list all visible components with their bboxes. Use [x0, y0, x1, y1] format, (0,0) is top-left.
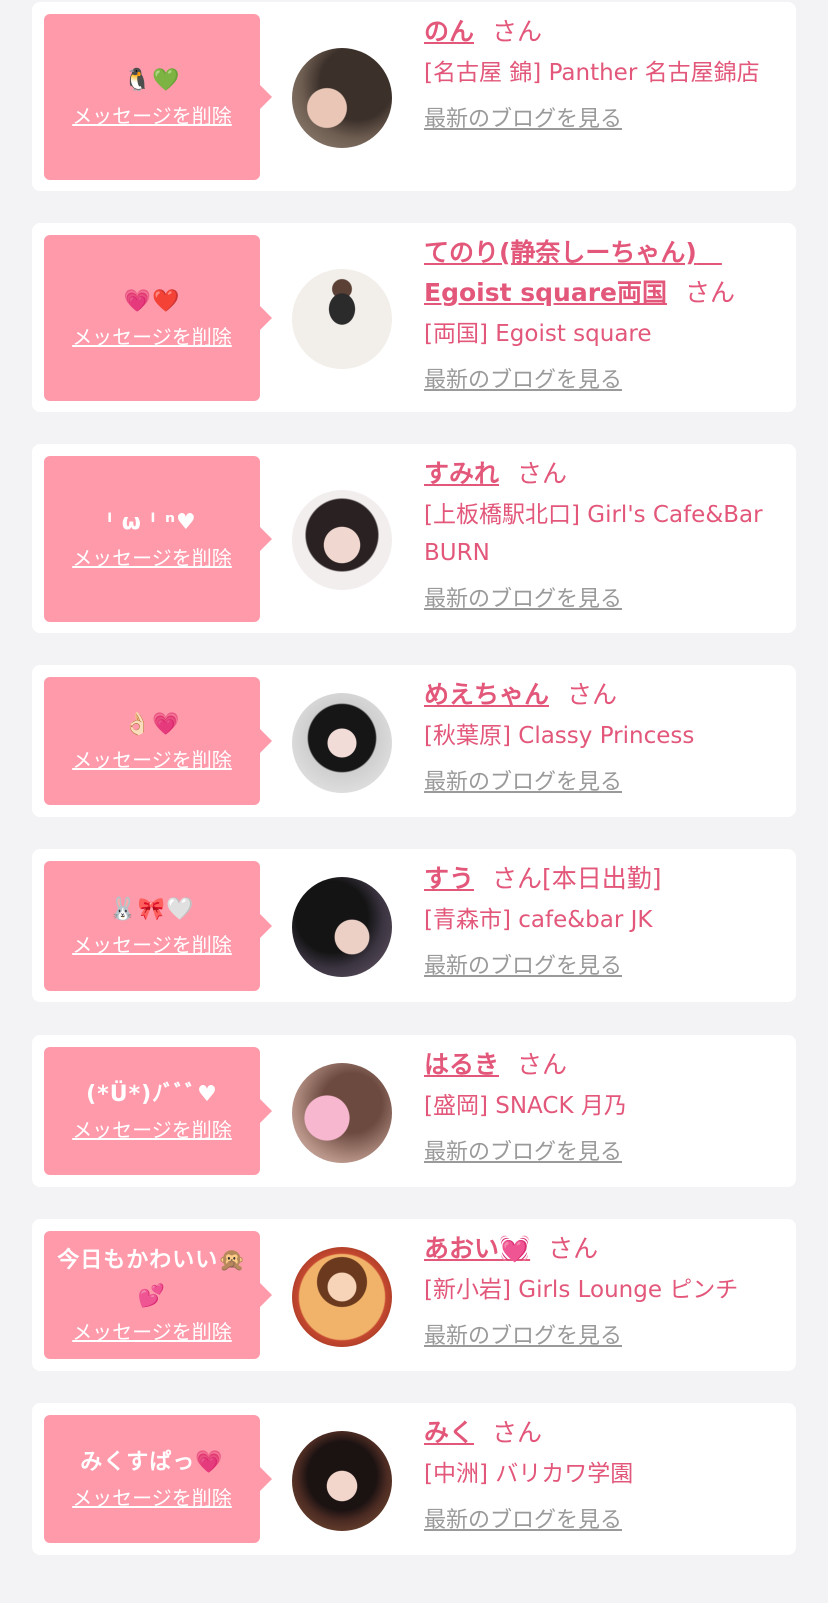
avatar[interactable] [292, 48, 392, 148]
message-bubble: 💗❤️ メッセージを削除 [44, 235, 272, 401]
avatar[interactable] [292, 1431, 392, 1531]
name-link[interactable]: みく [424, 1418, 474, 1447]
message-text: 💗❤️ [123, 289, 181, 314]
name-link[interactable]: すう [424, 864, 474, 893]
shop-text: [青森市] cafe&bar JK [424, 907, 653, 933]
delete-message-link[interactable]: メッセージを削除 [72, 745, 232, 775]
entry-info: すみれ さん [上板橋駅北口] Girl's Cafe&Bar BURN 最新のブ… [424, 454, 782, 618]
name-line: はるき さん [424, 1045, 782, 1085]
shop-text: [名古屋 錦] Panther 名古屋錦店 [424, 60, 760, 86]
shop-text: [秋葉原] Classy Princess [424, 723, 695, 749]
message-card: 👌🏻💗 メッセージを削除 めえちゃん さん [秋葉原] Classy Prince… [32, 665, 796, 817]
shop-text: [新小岩] Girls Lounge ピンチ [424, 1277, 739, 1303]
avatar[interactable] [292, 877, 392, 977]
view-blog-link[interactable]: 最新のブログを見る [424, 765, 622, 801]
message-card: 🐧💚 メッセージを削除 のん さん [名古屋 錦] Panther 名古屋錦店 最… [32, 2, 796, 191]
delete-message-link[interactable]: メッセージを削除 [72, 101, 232, 131]
message-text: 今日もかわいい🙊💕 [57, 1248, 247, 1309]
message-bubble: 👌🏻💗 メッセージを削除 [44, 677, 272, 805]
honorific: さん [567, 680, 618, 709]
name-link[interactable]: めえちゃん [424, 680, 549, 709]
entry-info: はるき さん [盛岡] SNACK 月乃 最新のブログを見る [424, 1045, 782, 1171]
shop-text: [両国] Egoist square [424, 321, 652, 347]
view-blog-link[interactable]: 最新のブログを見る [424, 1319, 622, 1355]
name-line: すう さん[本日出勤] [424, 859, 782, 899]
name-link[interactable]: あおい💓 [424, 1234, 530, 1263]
name-line: てのり(静奈しーちゃん) Egoist square両国 さん [424, 233, 782, 313]
message-card: 🐰🎀🤍 メッセージを削除 すう さん[本日出勤] [青森市] cafe&bar J… [32, 849, 796, 1002]
avatar[interactable] [292, 1063, 392, 1163]
message-card: ˡ ω ˡ ⁿ♥ メッセージを削除 すみれ さん [上板橋駅北口] Girl's … [32, 444, 796, 633]
message-text: 👌🏻💗 [123, 712, 181, 737]
honorific: さん [492, 17, 543, 46]
view-blog-link[interactable]: 最新のブログを見る [424, 1503, 622, 1539]
entry-info: のん さん [名古屋 錦] Panther 名古屋錦店 最新のブログを見る [424, 12, 782, 138]
avatar[interactable] [292, 693, 392, 793]
message-text: (*Ü*)ﾉﾞﾞﾞ♥ [86, 1082, 218, 1107]
message-text: みくすぱっ💗 [80, 1450, 224, 1475]
delete-message-link[interactable]: メッセージを削除 [72, 930, 232, 960]
message-bubble: 今日もかわいい🙊💕 メッセージを削除 [44, 1231, 272, 1359]
name-line: すみれ さん [424, 454, 782, 494]
honorific: さん [517, 1050, 568, 1079]
entry-info: てのり(静奈しーちゃん) Egoist square両国 さん [両国] Egoi… [424, 233, 782, 399]
name-line: めえちゃん さん [424, 675, 782, 715]
honorific: さん [684, 278, 735, 307]
avatar[interactable] [292, 1247, 392, 1347]
delete-message-link[interactable]: メッセージを削除 [72, 1115, 232, 1145]
name-link[interactable]: はるき [424, 1050, 499, 1079]
view-blog-link[interactable]: 最新のブログを見る [424, 949, 622, 985]
message-text: 🐰🎀🤍 [109, 897, 195, 922]
message-card: みくすぱっ💗 メッセージを削除 みく さん [中洲] バリカワ学園 最新のブログを… [32, 1403, 796, 1555]
name-line: みく さん [424, 1413, 782, 1453]
name-link[interactable]: てのり(静奈しーちゃん) Egoist square両国 [424, 238, 722, 307]
honorific: さん [548, 1234, 599, 1263]
avatar[interactable] [292, 269, 392, 369]
entry-info: すう さん[本日出勤] [青森市] cafe&bar JK 最新のブログを見る [424, 859, 782, 985]
name-link[interactable]: のん [424, 17, 474, 46]
honorific: さん [492, 1418, 543, 1447]
delete-message-link[interactable]: メッセージを削除 [72, 322, 232, 352]
view-blog-link[interactable]: 最新のブログを見る [424, 1135, 622, 1171]
message-bubble: ˡ ω ˡ ⁿ♥ メッセージを削除 [44, 456, 272, 622]
entry-info: あおい💓 さん [新小岩] Girls Lounge ピンチ 最新のブログを見る [424, 1229, 782, 1355]
name-line: あおい💓 さん [424, 1229, 782, 1269]
view-blog-link[interactable]: 最新のブログを見る [424, 102, 622, 138]
honorific: さん [492, 864, 543, 893]
shop-text: [盛岡] SNACK 月乃 [424, 1093, 627, 1119]
message-bubble: (*Ü*)ﾉﾞﾞﾞ♥ メッセージを削除 [44, 1047, 272, 1175]
message-card: 今日もかわいい🙊💕 メッセージを削除 あおい💓 さん [新小岩] Girls Lo… [32, 1219, 796, 1371]
name-line: のん さん [424, 12, 782, 52]
entry-info: みく さん [中洲] バリカワ学園 最新のブログを見る [424, 1413, 782, 1539]
message-text: ˡ ω ˡ ⁿ♥ [107, 510, 197, 535]
delete-message-link[interactable]: メッセージを削除 [72, 1317, 232, 1347]
avatar[interactable] [292, 490, 392, 590]
message-bubble: 🐧💚 メッセージを削除 [44, 14, 272, 180]
honorific: さん [517, 459, 568, 488]
view-blog-link[interactable]: 最新のブログを見る [424, 363, 622, 399]
message-card: 💗❤️ メッセージを削除 てのり(静奈しーちゃん) Egoist square両… [32, 223, 796, 412]
shop-text: [上板橋駅北口] Girl's Cafe&Bar BURN [424, 502, 763, 566]
entry-info: めえちゃん さん [秋葉原] Classy Princess 最新のブログを見る [424, 675, 782, 801]
delete-message-link[interactable]: メッセージを削除 [72, 1483, 232, 1513]
status-text: [本日出勤] [542, 864, 662, 893]
message-text: 🐧💚 [123, 68, 181, 93]
view-blog-link[interactable]: 最新のブログを見る [424, 582, 622, 618]
name-link[interactable]: すみれ [424, 459, 499, 488]
message-card: (*Ü*)ﾉﾞﾞﾞ♥ メッセージを削除 はるき さん [盛岡] SNACK 月乃 … [32, 1035, 796, 1187]
delete-message-link[interactable]: メッセージを削除 [72, 543, 232, 573]
message-bubble: みくすぱっ💗 メッセージを削除 [44, 1415, 272, 1543]
message-bubble: 🐰🎀🤍 メッセージを削除 [44, 861, 272, 991]
shop-text: [中洲] バリカワ学園 [424, 1461, 634, 1487]
